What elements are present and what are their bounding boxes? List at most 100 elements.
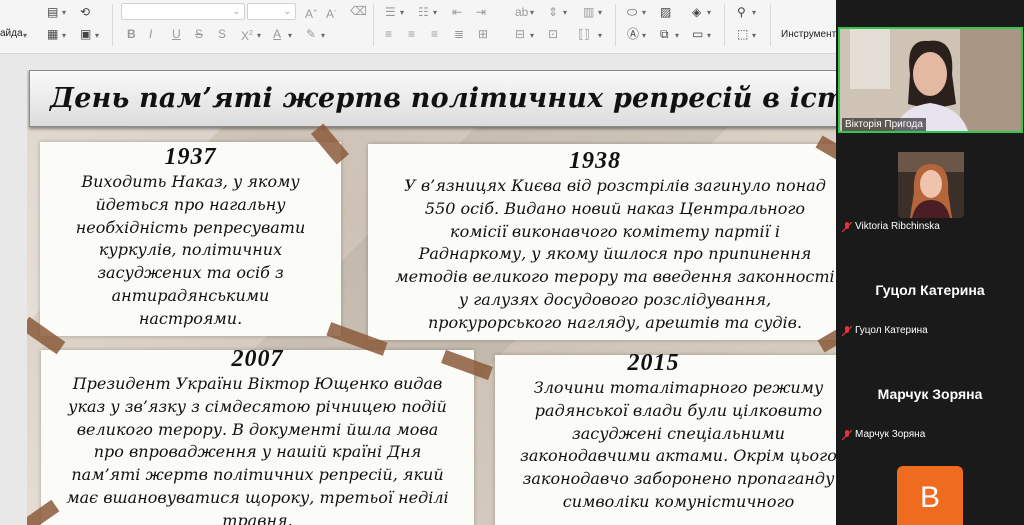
- participant-name: Марчук Зоряна: [855, 429, 926, 440]
- outdent-icon[interactable]: ⇤: [452, 6, 465, 18]
- card-line: йдеться про нагальну: [95, 194, 286, 214]
- superscript-icon[interactable]: X2: [241, 28, 254, 42]
- card-line: необхідність репресувати: [75, 217, 306, 237]
- shapes-icon[interactable]: ⬭: [627, 6, 640, 18]
- chevron-down-icon: ⌄: [283, 6, 291, 16]
- underline-icon[interactable]: U: [172, 28, 185, 40]
- card-line: радянської влади були цілковито: [534, 400, 823, 420]
- chevron-down-icon[interactable]: ▾: [257, 31, 261, 41]
- indent-icon[interactable]: ⇥: [476, 6, 489, 18]
- fill-icon[interactable]: ◈: [692, 6, 705, 18]
- justify-icon[interactable]: ≣: [454, 28, 467, 40]
- chevron-down-icon[interactable]: ▾: [642, 31, 646, 41]
- chevron-down-icon[interactable]: ▾: [707, 31, 711, 41]
- mic-off-icon: [842, 222, 852, 233]
- participant-name: Гуцол Катерина: [855, 325, 928, 336]
- outline-icon[interactable]: ▭: [692, 28, 705, 40]
- font-size-select[interactable]: ⌄: [247, 3, 296, 20]
- participant-tile[interactable]: Марчук Зоряна Марчук Зоряна: [836, 374, 1024, 446]
- distribute-icon[interactable]: ⊞: [478, 28, 491, 40]
- chevron-down-icon[interactable]: ▾: [95, 31, 99, 41]
- participant-name: Viktoria Ribchinska: [855, 221, 940, 232]
- select-icon[interactable]: ⬚: [737, 28, 750, 40]
- chevron-down-icon[interactable]: ▾: [400, 8, 404, 18]
- participant-tile[interactable]: Гуцол Катерина Гуцол Катерина: [836, 270, 1024, 342]
- card-line: засуджених та осіб з: [97, 263, 284, 283]
- bold-icon[interactable]: B: [127, 28, 140, 40]
- highlight-icon[interactable]: ✎: [306, 28, 319, 40]
- decrease-font-icon[interactable]: A-: [326, 6, 339, 20]
- card-line: травня.: [222, 510, 293, 525]
- card-line: прокурорського нагляду, арештів та судів…: [427, 312, 803, 332]
- text-fit-icon[interactable]: ⊡: [548, 28, 561, 40]
- align-center-icon[interactable]: ≡: [408, 28, 421, 40]
- card-1938[interactable]: 1938 У в’язницях Києва від розстрілів за…: [368, 144, 836, 340]
- chevron-down-icon: ⌄: [232, 6, 240, 16]
- participant-tile[interactable]: Viktoria Ribchinska: [836, 150, 1024, 240]
- slide-title: День пам’яті жертв політичних репресій в…: [50, 83, 836, 114]
- chevron-down-icon[interactable]: ▾: [642, 8, 646, 18]
- font-color-icon[interactable]: A: [273, 28, 286, 40]
- chevron-down-icon[interactable]: ▾: [752, 31, 756, 41]
- new-slide-icon[interactable]: ▤: [47, 6, 60, 18]
- card-line: про впровадження у нашій країні Дня: [93, 442, 422, 462]
- chevron-down-icon[interactable]: ▾: [752, 8, 756, 18]
- card-line: настроями.: [138, 308, 243, 328]
- bullet-list-icon[interactable]: ☰: [385, 6, 398, 18]
- card-year: 2015: [627, 350, 680, 376]
- slide-layout-menu[interactable]: айда: [0, 28, 23, 39]
- slide-title-box[interactable]: День пам’яті жертв політичних репресій в…: [29, 70, 836, 127]
- arrange-icon[interactable]: ⧉: [660, 28, 673, 40]
- card-line: пам’яті жертв політичних репресій, який: [71, 465, 444, 485]
- card-2007[interactable]: 2007 Президент України Віктор Ющенко вид…: [41, 346, 474, 525]
- line-spacing-icon[interactable]: ⇕: [548, 6, 561, 18]
- search-icon[interactable]: ⚲: [737, 6, 750, 18]
- chevron-down-icon[interactable]: ▾: [563, 8, 567, 18]
- card-line: антирадянськими: [111, 285, 270, 305]
- align-left-icon[interactable]: ≡: [385, 28, 398, 40]
- section-icon[interactable]: ▣: [80, 28, 93, 40]
- chevron-down-icon[interactable]: ▾: [23, 31, 27, 41]
- card-1937[interactable]: 1937 Виходить Наказ, у якому йдеться про…: [40, 142, 341, 336]
- font-family-select[interactable]: ⌄: [121, 3, 245, 20]
- vertical-align-icon[interactable]: ⊟: [515, 28, 528, 40]
- chevron-down-icon[interactable]: ▾: [288, 31, 292, 41]
- chevron-down-icon[interactable]: ▾: [321, 31, 325, 41]
- chevron-down-icon[interactable]: ▾: [707, 8, 711, 18]
- italic-icon[interactable]: I: [149, 28, 162, 40]
- mic-off-icon: [842, 430, 852, 441]
- chevron-down-icon[interactable]: ▾: [433, 8, 437, 18]
- chevron-down-icon[interactable]: ▾: [598, 31, 602, 41]
- card-line: законодавчо заборонено пропаганду: [522, 469, 835, 489]
- card-year: 2007: [231, 346, 284, 372]
- speaker-name: Вікторія Пригода: [842, 118, 926, 131]
- participant-avatar-initial[interactable]: B: [897, 466, 963, 525]
- text-box-icon[interactable]: Ⓐ: [627, 28, 640, 40]
- clear-format-icon[interactable]: ⌫: [350, 5, 367, 17]
- text-direction-icon[interactable]: ab: [515, 6, 528, 18]
- reset-slide-icon[interactable]: ⟲: [80, 6, 93, 18]
- shadow-text-icon[interactable]: S: [218, 28, 231, 40]
- card-line: Злочини тоталітарного режиму: [533, 378, 824, 397]
- strikethrough-icon[interactable]: S: [195, 28, 208, 40]
- columns-icon[interactable]: ▥: [583, 6, 596, 18]
- separator: [615, 4, 616, 46]
- chevron-down-icon[interactable]: ▾: [675, 31, 679, 41]
- smartart-icon[interactable]: ⟦⟧: [578, 28, 591, 40]
- chevron-down-icon[interactable]: ▾: [530, 31, 534, 41]
- chevron-down-icon[interactable]: ▾: [62, 8, 66, 18]
- align-right-icon[interactable]: ≡: [431, 28, 444, 40]
- numbered-list-icon[interactable]: ☷: [418, 6, 431, 18]
- card-2015[interactable]: 2015 Злочини тоталітарного режиму радянс…: [495, 350, 836, 525]
- chevron-down-icon[interactable]: ▾: [62, 31, 66, 41]
- speaker-video-tile[interactable]: Вікторія Пригода: [838, 27, 1023, 133]
- slide-canvas[interactable]: День пам’яті жертв політичних репресій в…: [27, 70, 836, 525]
- card-line: Виходить Наказ, у якому: [81, 172, 300, 191]
- chevron-down-icon[interactable]: ▾: [598, 8, 602, 18]
- tools-button[interactable]: Инструмент: [781, 29, 836, 40]
- picture-icon[interactable]: ▨: [660, 6, 673, 18]
- chevron-down-icon[interactable]: ▾: [530, 8, 534, 18]
- layout-icon[interactable]: ▦: [47, 28, 60, 40]
- separator: [112, 4, 113, 46]
- increase-font-icon[interactable]: A+: [305, 6, 318, 20]
